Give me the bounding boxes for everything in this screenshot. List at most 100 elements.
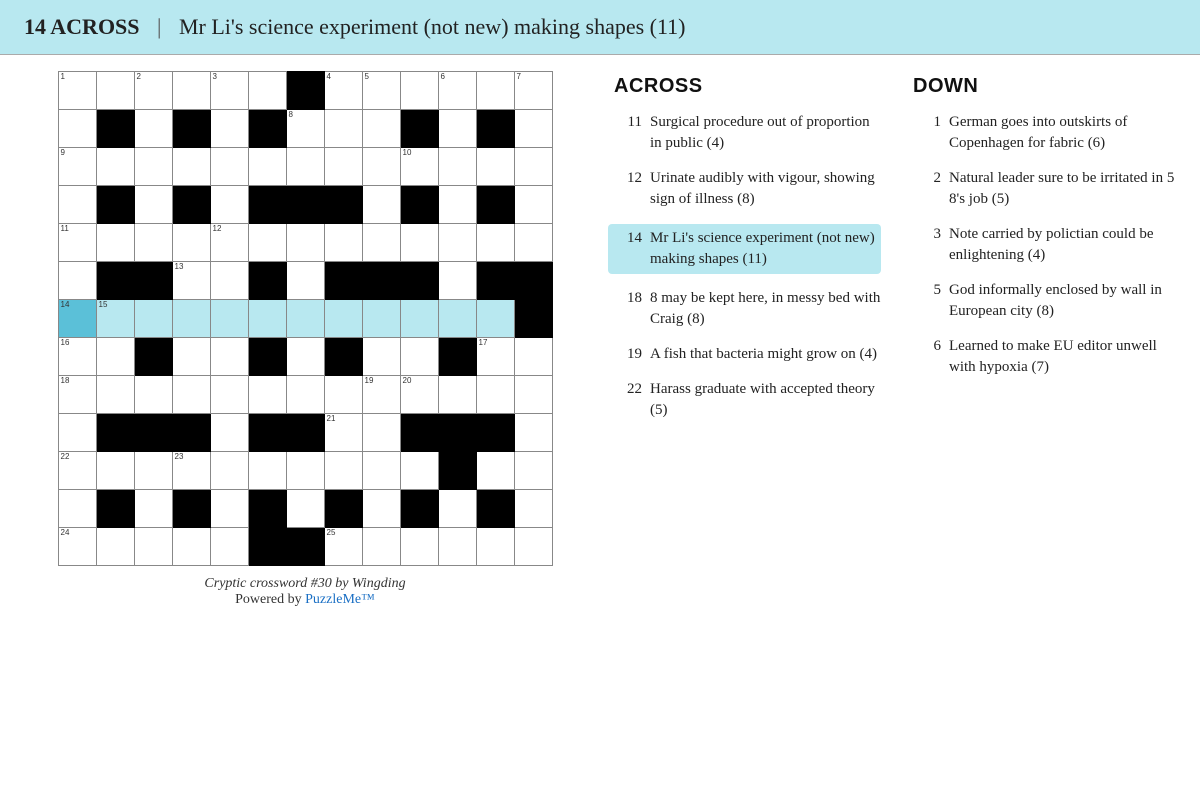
grid-cell-5-3[interactable]: 13 <box>172 262 210 300</box>
grid-cell-11-4[interactable] <box>210 490 248 528</box>
grid-cell-1-12[interactable] <box>514 110 552 148</box>
grid-cell-0-11[interactable] <box>476 72 514 110</box>
grid-cell-9-0[interactable] <box>58 414 96 452</box>
grid-cell-9-4[interactable] <box>210 414 248 452</box>
grid-cell-12-3[interactable] <box>172 528 210 566</box>
grid-cell-6-2[interactable] <box>134 300 172 338</box>
grid-cell-9-7[interactable]: 21 <box>324 414 362 452</box>
grid-cell-9-12[interactable] <box>514 414 552 452</box>
grid-cell-2-1[interactable] <box>96 148 134 186</box>
grid-cell-8-2[interactable] <box>134 376 172 414</box>
grid-cell-8-9[interactable]: 20 <box>400 376 438 414</box>
grid-cell-3-10[interactable] <box>438 186 476 224</box>
grid-cell-4-12[interactable] <box>514 224 552 262</box>
grid-cell-10-11[interactable] <box>476 452 514 490</box>
down-clue-6[interactable]: 6Learned to make EU editor unwell with h… <box>913 336 1180 378</box>
grid-cell-0-1[interactable] <box>96 72 134 110</box>
grid-cell-6-9[interactable] <box>400 300 438 338</box>
puzzleme-link[interactable]: PuzzleMe™ <box>305 592 375 607</box>
across-clue-12[interactable]: 12Urinate audibly with vigour, showing s… <box>614 168 881 210</box>
grid-cell-7-4[interactable] <box>210 338 248 376</box>
grid-cell-8-5[interactable] <box>248 376 286 414</box>
grid-cell-2-4[interactable] <box>210 148 248 186</box>
grid-cell-6-6[interactable] <box>286 300 324 338</box>
grid-cell-4-6[interactable] <box>286 224 324 262</box>
grid-cell-8-3[interactable] <box>172 376 210 414</box>
grid-cell-0-4[interactable]: 3 <box>210 72 248 110</box>
down-clue-5[interactable]: 5God informally enclosed by wall in Euro… <box>913 280 1180 322</box>
grid-cell-7-0[interactable]: 16 <box>58 338 96 376</box>
grid-cell-11-10[interactable] <box>438 490 476 528</box>
grid-cell-11-2[interactable] <box>134 490 172 528</box>
grid-cell-5-6[interactable] <box>286 262 324 300</box>
grid-cell-10-9[interactable] <box>400 452 438 490</box>
grid-cell-12-11[interactable] <box>476 528 514 566</box>
grid-cell-1-6[interactable]: 8 <box>286 110 324 148</box>
grid-cell-8-0[interactable]: 18 <box>58 376 96 414</box>
grid-cell-2-2[interactable] <box>134 148 172 186</box>
grid-cell-11-0[interactable] <box>58 490 96 528</box>
grid-cell-5-10[interactable] <box>438 262 476 300</box>
grid-cell-7-12[interactable] <box>514 338 552 376</box>
grid-cell-12-4[interactable] <box>210 528 248 566</box>
grid-cell-8-12[interactable] <box>514 376 552 414</box>
grid-cell-2-3[interactable] <box>172 148 210 186</box>
grid-cell-0-2[interactable]: 2 <box>134 72 172 110</box>
grid-cell-10-0[interactable]: 22 <box>58 452 96 490</box>
grid-cell-12-0[interactable]: 24 <box>58 528 96 566</box>
grid-cell-1-2[interactable] <box>134 110 172 148</box>
grid-cell-0-7[interactable]: 4 <box>324 72 362 110</box>
grid-cell-4-3[interactable] <box>172 224 210 262</box>
grid-cell-8-8[interactable]: 19 <box>362 376 400 414</box>
grid-cell-10-3[interactable]: 23 <box>172 452 210 490</box>
grid-cell-10-1[interactable] <box>96 452 134 490</box>
grid-cell-3-4[interactable] <box>210 186 248 224</box>
grid-cell-9-8[interactable] <box>362 414 400 452</box>
grid-cell-2-0[interactable]: 9 <box>58 148 96 186</box>
grid-cell-6-0[interactable]: 14 <box>58 300 96 338</box>
grid-cell-6-7[interactable] <box>324 300 362 338</box>
grid-cell-5-4[interactable] <box>210 262 248 300</box>
grid-cell-11-6[interactable] <box>286 490 324 528</box>
grid-cell-2-8[interactable] <box>362 148 400 186</box>
grid-cell-4-10[interactable] <box>438 224 476 262</box>
crossword-grid[interactable]: 1234567891011121314151617181920212223242… <box>58 71 553 566</box>
grid-cell-5-0[interactable] <box>58 262 96 300</box>
grid-cell-3-2[interactable] <box>134 186 172 224</box>
grid-cell-12-2[interactable] <box>134 528 172 566</box>
across-clue-19[interactable]: 19A fish that bacteria might grow on (4) <box>614 344 881 365</box>
grid-cell-2-7[interactable] <box>324 148 362 186</box>
grid-cell-0-10[interactable]: 6 <box>438 72 476 110</box>
grid-cell-7-9[interactable] <box>400 338 438 376</box>
grid-cell-6-5[interactable] <box>248 300 286 338</box>
grid-cell-3-8[interactable] <box>362 186 400 224</box>
grid-cell-4-2[interactable] <box>134 224 172 262</box>
grid-cell-10-7[interactable] <box>324 452 362 490</box>
grid-cell-12-8[interactable] <box>362 528 400 566</box>
grid-cell-8-4[interactable] <box>210 376 248 414</box>
grid-cell-12-7[interactable]: 25 <box>324 528 362 566</box>
grid-cell-3-0[interactable] <box>58 186 96 224</box>
grid-cell-7-11[interactable]: 17 <box>476 338 514 376</box>
grid-cell-10-2[interactable] <box>134 452 172 490</box>
grid-cell-8-1[interactable] <box>96 376 134 414</box>
grid-cell-2-10[interactable] <box>438 148 476 186</box>
grid-cell-6-4[interactable] <box>210 300 248 338</box>
grid-cell-0-12[interactable]: 7 <box>514 72 552 110</box>
across-clue-11[interactable]: 11Surgical procedure out of proportion i… <box>614 112 881 154</box>
grid-cell-10-8[interactable] <box>362 452 400 490</box>
grid-cell-8-6[interactable] <box>286 376 324 414</box>
grid-cell-10-6[interactable] <box>286 452 324 490</box>
grid-cell-2-9[interactable]: 10 <box>400 148 438 186</box>
grid-cell-2-11[interactable] <box>476 148 514 186</box>
grid-cell-4-4[interactable]: 12 <box>210 224 248 262</box>
grid-cell-4-9[interactable] <box>400 224 438 262</box>
across-clue-22[interactable]: 22Harass graduate with accepted theory (… <box>614 379 881 421</box>
grid-cell-1-0[interactable] <box>58 110 96 148</box>
grid-cell-1-10[interactable] <box>438 110 476 148</box>
across-clue-18[interactable]: 188 may be kept here, in messy bed with … <box>614 288 881 330</box>
grid-cell-0-5[interactable] <box>248 72 286 110</box>
grid-cell-1-7[interactable] <box>324 110 362 148</box>
grid-cell-2-6[interactable] <box>286 148 324 186</box>
grid-cell-2-5[interactable] <box>248 148 286 186</box>
